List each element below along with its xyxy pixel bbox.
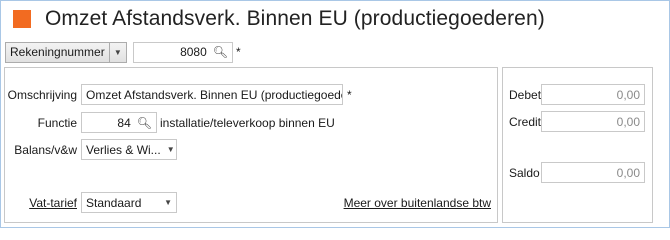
omschrijving-required: * <box>347 88 352 102</box>
account-row: Rekeningnummer ▼ 8080 🔍︎ * <box>5 41 241 63</box>
omschrijving-label: Omschrijving <box>7 88 77 102</box>
vat-select[interactable]: Standaard ▼ <box>81 192 177 213</box>
functie-field[interactable]: 84 🔍︎ <box>81 112 157 133</box>
account-window: Omzet Afstandsverk. Binnen EU (productie… <box>0 0 670 228</box>
omschrijving-field[interactable]: Omzet Afstandsverk. Binnen EU (productie… <box>81 84 343 105</box>
credit-field: 0,00 <box>541 111 645 132</box>
debet-value: 0,00 <box>616 87 640 102</box>
account-number-field[interactable]: 8080 🔍︎ <box>133 41 233 63</box>
credit-label: Credit <box>509 115 542 129</box>
functie-label: Functie <box>37 116 77 130</box>
buitenlandse-btw-link[interactable]: Meer over buitenlandse btw <box>344 196 491 210</box>
search-icon[interactable]: 🔍︎ <box>213 45 228 59</box>
account-type-label: Rekeningnummer <box>10 45 105 59</box>
saldo-value: 0,00 <box>616 165 640 180</box>
omschrijving-value: Omzet Afstandsverk. Binnen EU (productie… <box>86 87 343 102</box>
functie-description: installatie/televerkoop binnen EU <box>160 116 335 130</box>
balans-select[interactable]: Verlies & Wi... ▼ <box>81 139 177 160</box>
functie-value: 84 <box>117 115 131 130</box>
chevron-down-icon: ▼ <box>166 145 175 154</box>
saldo-field: 0,00 <box>541 162 645 183</box>
chevron-down-icon[interactable]: ▼ <box>108 42 126 62</box>
accent-square <box>13 10 31 28</box>
debet-label: Debet <box>509 88 542 102</box>
vat-value: Standaard <box>86 195 142 210</box>
search-icon[interactable]: 🔍︎ <box>137 116 152 130</box>
account-number-value: 8080 <box>180 45 207 59</box>
header: Omzet Afstandsverk. Binnen EU (productie… <box>13 7 545 31</box>
details-panel: Omschrijving Omzet Afstandsverk. Binnen … <box>4 67 498 223</box>
totals-panel: Debet 0,00 Credit 0,00 Saldo 0,00 <box>502 67 653 223</box>
chevron-down-icon: ▼ <box>164 198 172 207</box>
vat-tarief-link[interactable]: Vat-tarief <box>5 196 77 210</box>
saldo-label: Saldo <box>509 166 540 180</box>
debet-field: 0,00 <box>541 84 645 105</box>
page-title: Omzet Afstandsverk. Binnen EU (productie… <box>45 7 545 30</box>
balans-value: Verlies & Wi... <box>86 142 161 157</box>
credit-value: 0,00 <box>616 114 640 129</box>
required-mark: * <box>236 45 241 59</box>
account-type-dropdown[interactable]: Rekeningnummer ▼ <box>5 41 127 63</box>
balans-label: Balans/v&w <box>14 143 77 157</box>
